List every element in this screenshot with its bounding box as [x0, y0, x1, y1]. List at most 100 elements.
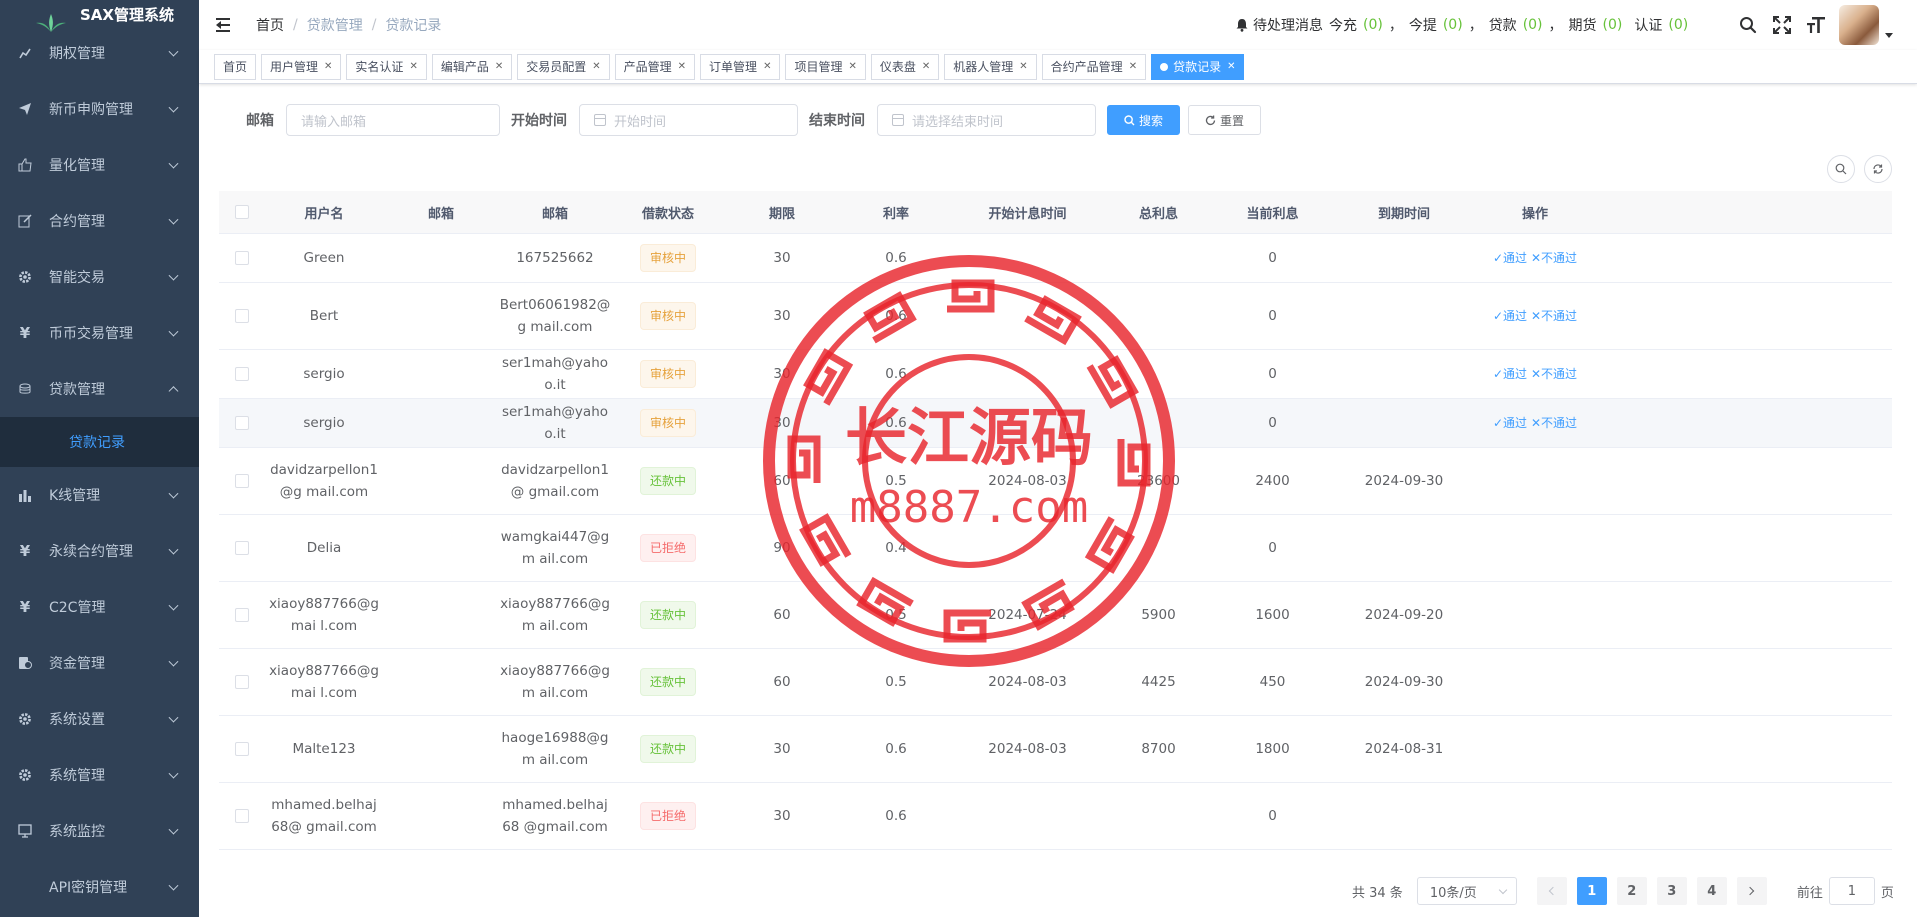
row-checkbox[interactable]: [235, 309, 249, 323]
sidebar-item[interactable]: API密钥管理: [0, 859, 199, 915]
row-checkbox[interactable]: [235, 416, 249, 430]
reject-link[interactable]: ✕不通过: [1531, 367, 1577, 381]
reject-link[interactable]: ✕不通过: [1531, 251, 1577, 265]
tag-view-item[interactable]: 贷款记录 ✕: [1151, 53, 1245, 80]
hamburger-icon[interactable]: [216, 18, 234, 32]
sidebar-item[interactable]: ¥ 永续合约管理: [0, 523, 199, 579]
close-icon[interactable]: ✕: [922, 61, 930, 72]
sidebar-item[interactable]: 贷款管理: [0, 361, 199, 417]
tag-view-item[interactable]: 编辑产品 ✕: [431, 53, 513, 80]
page-button[interactable]: 1: [1576, 877, 1607, 905]
sidebar-item[interactable]: 新币申购管理: [0, 81, 199, 137]
row-checkbox[interactable]: [235, 474, 249, 488]
sidebar-item[interactable]: 系统监控: [0, 803, 199, 859]
sidebar-item[interactable]: 智能交易: [0, 249, 199, 305]
end-time-input[interactable]: 请选择结束时间: [877, 104, 1096, 136]
row-checkbox[interactable]: [235, 251, 249, 265]
sidebar-item[interactable]: 系统设置: [0, 691, 199, 747]
tag-view-item[interactable]: 机器人管理 ✕: [944, 53, 1037, 80]
refresh-table-button[interactable]: [1864, 155, 1892, 183]
tag-view-item[interactable]: 首页: [214, 53, 257, 80]
email-input[interactable]: 请输入邮箱: [286, 104, 500, 136]
search-icon[interactable]: [1737, 14, 1759, 36]
row-checkbox[interactable]: [235, 742, 249, 756]
cell-current: 1600: [1215, 604, 1330, 626]
toggle-search-button[interactable]: [1827, 155, 1855, 183]
close-icon[interactable]: ✕: [409, 61, 417, 72]
close-icon[interactable]: ✕: [1227, 61, 1235, 72]
sidebar-item[interactable]: 系统管理: [0, 747, 199, 803]
row-checkbox[interactable]: [235, 809, 249, 823]
sidebar-item[interactable]: ¥ C2C管理: [0, 579, 199, 635]
tag-view-item[interactable]: 用户管理 ✕: [261, 53, 342, 80]
close-icon[interactable]: ✕: [495, 61, 503, 72]
navbar: 首页 / 贷款管理 / 贷款记录 待处理消息 今充 (0) ， 今提 (0) ， 贷款 (…: [199, 0, 1917, 50]
tag-view-item[interactable]: 订单管理 ✕: [700, 53, 781, 80]
close-icon[interactable]: ✕: [678, 61, 686, 72]
row-checkbox[interactable]: [235, 675, 249, 689]
breadcrumb-loan-manage[interactable]: 贷款管理: [307, 15, 363, 35]
approve-link[interactable]: ✓通过: [1493, 416, 1527, 430]
close-icon[interactable]: ✕: [592, 61, 600, 72]
table-row[interactable]: Bert Bert06061982@g mail.com 审核中 30 0.6 0 ✓通过 ✕…: [219, 283, 1892, 350]
cell-start: 2024-08-03: [953, 671, 1102, 693]
tag-view-item[interactable]: 交易员配置 ✕: [517, 53, 610, 80]
pending-notice[interactable]: 待处理消息 今充 (0) ， 今提 (0) ， 贷款 (0) ， 期货 (0) 认证 (0): [1235, 0, 1694, 50]
table-row[interactable]: xiaoy887766@gmai l.com xiaoy887766@gm ail…: [219, 582, 1892, 649]
select-all-checkbox[interactable]: [235, 205, 249, 219]
close-icon[interactable]: ✕: [324, 61, 332, 72]
goto-page-input[interactable]: 1: [1828, 877, 1875, 905]
approve-link[interactable]: ✓通过: [1493, 251, 1527, 265]
page-size-select[interactable]: 10条/页: [1416, 877, 1517, 905]
table-row[interactable]: Green 167525662 审核中 30 0.6 0 ✓通过 ✕不通过: [219, 234, 1892, 283]
cell-email: [383, 470, 499, 492]
table-row[interactable]: sergio ser1mah@yahoo.it 审核中 30 0.6 0 ✓通过 ✕不通过: [219, 350, 1892, 399]
avatar-dropdown-icon[interactable]: [1885, 32, 1893, 38]
table-row[interactable]: mhamed.belhaj68@ gmail.com mhamed.belhaj6…: [219, 783, 1892, 850]
column-header: 利率: [882, 206, 909, 222]
reject-link[interactable]: ✕不通过: [1531, 416, 1577, 430]
table-row[interactable]: xiaoy887766@gmai l.com xiaoy887766@gm ail…: [219, 649, 1892, 716]
start-time-input[interactable]: 开始时间: [579, 104, 798, 136]
tag-view-item[interactable]: 实名认证 ✕: [346, 53, 427, 80]
table-row[interactable]: davidzarpellon1@g mail.com davidzarpellon…: [219, 448, 1892, 515]
reset-button[interactable]: 重置: [1188, 105, 1261, 135]
close-icon[interactable]: ✕: [763, 61, 771, 72]
cell-current: 0: [1215, 305, 1330, 327]
tag-view-item[interactable]: 合约产品管理 ✕: [1041, 53, 1147, 80]
cell-term: 90: [725, 537, 839, 559]
prev-page-button[interactable]: [1536, 877, 1567, 905]
sidebar-item[interactable]: K线管理: [0, 467, 199, 523]
font-size-icon[interactable]: [1805, 14, 1827, 36]
next-page-button[interactable]: [1736, 877, 1767, 905]
fullscreen-icon[interactable]: [1771, 14, 1793, 36]
sidebar-item[interactable]: 期权管理: [0, 25, 199, 81]
approve-link[interactable]: ✓通过: [1493, 367, 1527, 381]
tag-view-item[interactable]: 产品管理 ✕: [614, 53, 696, 80]
tag-view-item[interactable]: 仪表盘 ✕: [870, 53, 940, 80]
sidebar-item[interactable]: 合约管理: [0, 193, 199, 249]
search-button[interactable]: 搜索: [1107, 105, 1180, 135]
approve-link[interactable]: ✓通过: [1493, 309, 1527, 323]
sidebar-subitem-loan-records[interactable]: 贷款记录: [0, 417, 199, 467]
avatar[interactable]: [1839, 5, 1879, 45]
table-row[interactable]: Malte123 haoge16988@gm ail.com 还款中 30 0.6 202…: [219, 716, 1892, 783]
breadcrumb-home[interactable]: 首页: [256, 15, 284, 35]
page-button[interactable]: 3: [1656, 877, 1687, 905]
sidebar-item[interactable]: 量化管理: [0, 137, 199, 193]
table-row[interactable]: sergio ser1mah@yahoo.it 审核中 30 0.6 0 ✓通过 ✕不通过: [219, 399, 1892, 448]
sidebar-item[interactable]: ¥ 币币交易管理: [0, 305, 199, 361]
reject-link[interactable]: ✕不通过: [1531, 309, 1577, 323]
row-checkbox[interactable]: [235, 541, 249, 555]
page-button[interactable]: 4: [1696, 877, 1727, 905]
row-checkbox[interactable]: [235, 608, 249, 622]
close-icon[interactable]: ✕: [1019, 61, 1027, 72]
close-icon[interactable]: ✕: [1129, 61, 1137, 72]
tag-view-item[interactable]: 项目管理 ✕: [785, 53, 866, 80]
row-checkbox[interactable]: [235, 367, 249, 381]
sidebar-item[interactable]: 资金管理: [0, 635, 199, 691]
table-row[interactable]: Delia wamgkai447@gm ail.com 已拒绝 90 0.4 0: [219, 515, 1892, 582]
page-button[interactable]: 2: [1616, 877, 1647, 905]
close-icon[interactable]: ✕: [848, 61, 856, 72]
chart-icon: [18, 46, 32, 60]
